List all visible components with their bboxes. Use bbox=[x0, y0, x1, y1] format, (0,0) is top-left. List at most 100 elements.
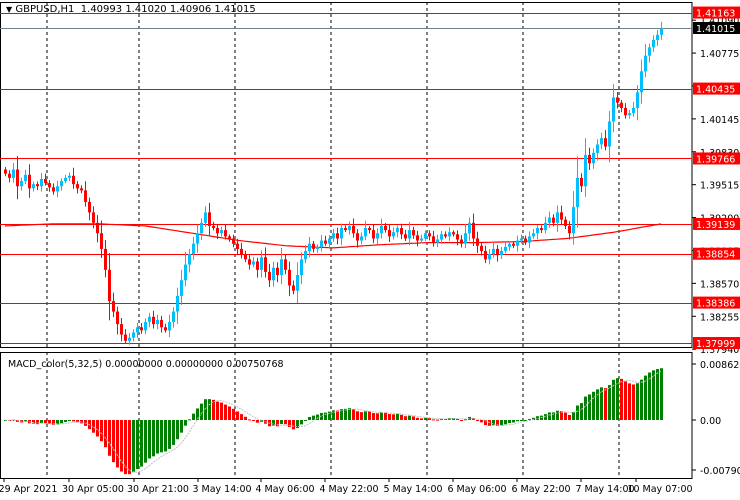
macd-histogram-bar bbox=[256, 420, 259, 423]
macd-histogram-bar bbox=[108, 420, 111, 456]
candle-body bbox=[644, 55, 647, 72]
candle bbox=[40, 172, 43, 192]
candle bbox=[136, 322, 139, 339]
candle-body bbox=[612, 97, 615, 122]
macd-histogram-bar bbox=[284, 420, 287, 425]
macd-histogram-bar bbox=[244, 416, 247, 420]
macd-histogram-bar bbox=[104, 420, 107, 448]
candle bbox=[600, 132, 603, 150]
candle bbox=[500, 247, 503, 260]
macd-histogram-bar bbox=[404, 416, 407, 420]
candle-body bbox=[352, 225, 355, 234]
candle bbox=[292, 280, 295, 295]
macd-histogram-bar bbox=[424, 417, 427, 420]
macd-histogram-bar bbox=[604, 388, 607, 420]
candle-body bbox=[472, 222, 475, 239]
macd-histogram-bar bbox=[184, 420, 187, 426]
chart-canvas[interactable]: 1.410901.407751.404601.401451.398301.395… bbox=[0, 0, 740, 500]
macd-histogram-bar bbox=[552, 412, 555, 420]
macd-histogram-bar bbox=[172, 420, 175, 445]
macd-histogram-bar bbox=[596, 389, 599, 420]
macd-histogram-bar bbox=[112, 420, 115, 463]
candle-body bbox=[464, 233, 467, 244]
candle-body bbox=[8, 173, 11, 178]
candle-body bbox=[124, 334, 127, 341]
candle-body bbox=[400, 228, 403, 235]
main-pane-frame bbox=[0, 2, 693, 348]
candle bbox=[24, 169, 27, 185]
triangle-down-icon[interactable]: ▼ bbox=[6, 5, 12, 14]
macd-histogram-bar bbox=[156, 420, 159, 454]
candle bbox=[492, 242, 495, 258]
time-label: 7 May 14:00 bbox=[575, 484, 634, 495]
candle-body bbox=[76, 184, 79, 189]
candle-body bbox=[324, 240, 327, 244]
candle-body bbox=[172, 311, 175, 323]
candle bbox=[212, 221, 215, 231]
candle-body bbox=[572, 207, 575, 234]
candle-body bbox=[392, 232, 395, 237]
candle-body bbox=[532, 233, 535, 237]
macd-histogram-bar bbox=[128, 420, 131, 475]
candle-body bbox=[320, 240, 323, 247]
candle-body bbox=[244, 254, 247, 260]
macd-histogram-bar bbox=[168, 420, 171, 449]
candle bbox=[300, 252, 303, 285]
candle bbox=[524, 235, 527, 246]
macd-histogram-bar bbox=[44, 420, 47, 424]
candle-body bbox=[108, 269, 111, 302]
candle-body bbox=[204, 212, 207, 223]
candle-body bbox=[184, 264, 187, 281]
candle bbox=[356, 229, 359, 248]
candle bbox=[604, 130, 607, 151]
candle-body bbox=[540, 228, 543, 231]
time-label: 10 May 07:00 bbox=[627, 484, 692, 495]
candle bbox=[440, 230, 443, 244]
candle bbox=[160, 315, 163, 333]
candle-body bbox=[652, 40, 655, 48]
macd-histogram-bar bbox=[392, 414, 395, 420]
macd-histogram-bar bbox=[160, 420, 163, 453]
macd-histogram-bar bbox=[300, 420, 303, 425]
candle bbox=[428, 230, 431, 241]
time-label: 3 May 14:00 bbox=[192, 484, 251, 495]
candle-body bbox=[380, 225, 383, 234]
candle-body bbox=[276, 267, 279, 276]
candle-body bbox=[432, 236, 435, 243]
candle-body bbox=[388, 230, 391, 237]
candle bbox=[460, 235, 463, 248]
candle bbox=[372, 224, 375, 244]
macd-histogram-bar bbox=[576, 405, 579, 420]
candle bbox=[560, 205, 563, 225]
macd-histogram-bar bbox=[652, 370, 655, 420]
macd-histogram-bar bbox=[228, 406, 231, 420]
macd-histogram-bar bbox=[636, 383, 639, 420]
macd-histogram-bar bbox=[144, 420, 147, 463]
macd-histogram-bar bbox=[508, 420, 511, 424]
level-price-tag: 1.39766 bbox=[696, 154, 735, 165]
candle bbox=[444, 231, 447, 239]
macd-histogram-bar bbox=[416, 417, 419, 420]
level-price-tag: 1.38386 bbox=[696, 299, 735, 310]
candle bbox=[20, 177, 23, 191]
macd-histogram-bar bbox=[292, 420, 295, 430]
candle-body bbox=[580, 177, 583, 187]
candle-body bbox=[608, 121, 611, 147]
candle-body bbox=[28, 174, 31, 189]
candle-body bbox=[272, 267, 275, 281]
candle-body bbox=[548, 217, 551, 223]
candle-body bbox=[660, 28, 663, 35]
candle-body bbox=[492, 248, 495, 255]
candle bbox=[660, 21, 663, 40]
macd-histogram-bar bbox=[640, 379, 643, 420]
macd-histogram-bar bbox=[516, 420, 519, 422]
candle bbox=[28, 164, 31, 198]
candle-body bbox=[520, 238, 523, 241]
candle-body bbox=[344, 228, 347, 231]
macd-histogram-bar bbox=[280, 420, 283, 424]
candle bbox=[416, 230, 419, 247]
candle-body bbox=[576, 177, 579, 208]
macd-histogram-bar bbox=[436, 419, 439, 421]
candle bbox=[652, 35, 655, 52]
candle bbox=[248, 254, 251, 270]
